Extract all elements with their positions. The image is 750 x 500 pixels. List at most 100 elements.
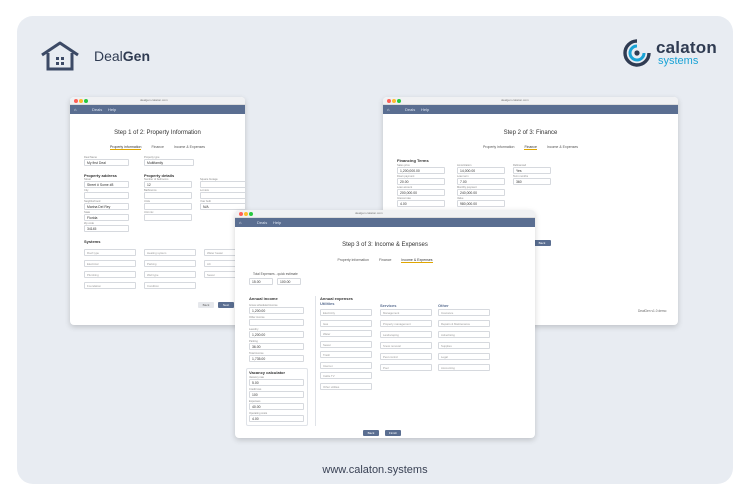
finance-5-value: 7.00	[460, 180, 467, 184]
tab-finance[interactable]: Finance	[379, 258, 391, 263]
system-3[interactable]: Electrical	[84, 260, 136, 267]
utility-0[interactable]: Electricity	[320, 309, 372, 316]
finance-3-field[interactable]: 4.00	[397, 200, 445, 207]
finance-5-field[interactable]: 7.00	[457, 178, 505, 185]
service-4[interactable]: Pest control	[380, 353, 432, 360]
minimize-dot-icon[interactable]	[79, 99, 83, 103]
menu-deals[interactable]: Deals	[405, 107, 415, 112]
service-2[interactable]: Landscaping	[380, 331, 432, 338]
utility-7[interactable]: Other utilities	[320, 382, 372, 390]
close-dot-icon[interactable]	[74, 99, 78, 103]
address-1-field[interactable]	[84, 192, 129, 199]
tab-property-information[interactable]: Property information	[109, 145, 142, 150]
tab-income-expenses[interactable]: Income & Expenses	[547, 145, 578, 150]
service-1[interactable]: Property management	[380, 320, 432, 327]
other-5[interactable]: Accounting	[438, 364, 490, 371]
finance-9-field[interactable]: 360	[513, 178, 551, 185]
menu-help[interactable]: Help	[421, 107, 429, 112]
close-dot-icon[interactable]	[239, 212, 243, 216]
maximize-dot-icon[interactable]	[249, 212, 253, 216]
back-button[interactable]: Back	[198, 302, 214, 308]
service-0[interactable]: Management	[380, 309, 432, 316]
footer-url[interactable]: www.calaton.systems	[0, 464, 750, 476]
menu-help[interactable]: Help	[273, 220, 281, 225]
house-icon	[41, 41, 79, 71]
utility-5[interactable]: Internet	[320, 361, 372, 369]
system-7[interactable]: Well type	[144, 271, 196, 278]
finance-7-field[interactable]: 980,000.00	[457, 200, 505, 207]
maximize-dot-icon[interactable]	[397, 99, 401, 103]
income-3-field[interactable]: 36.00	[249, 343, 304, 350]
address-bar[interactable]: dealgen.calaton.com	[501, 98, 529, 102]
total-pct-field[interactable]: 15.00	[249, 278, 273, 285]
system-4[interactable]: Parking	[144, 260, 196, 267]
income-4-field[interactable]: 1,735.00	[249, 355, 304, 362]
tab-finance[interactable]: Finance	[524, 145, 537, 150]
system-6[interactable]: Plumbing	[84, 271, 136, 278]
system-1[interactable]: Heating system	[144, 249, 196, 256]
utility-4[interactable]: Trash	[320, 351, 372, 358]
close-dot-icon[interactable]	[387, 99, 391, 103]
address-4-field[interactable]: 34145	[84, 225, 129, 232]
finish-button[interactable]: Finish	[385, 430, 401, 436]
back-button[interactable]: Back	[533, 240, 551, 246]
system-9[interactable]: Foundation	[84, 282, 136, 289]
utility-3[interactable]: Sewer	[320, 340, 372, 348]
tab-property-information[interactable]: Property information	[483, 145, 515, 150]
detail-6-field[interactable]: N/A	[200, 203, 245, 210]
system-10[interactable]: Condition	[144, 282, 196, 289]
finance-4-field[interactable]: 14,000.00	[457, 167, 505, 174]
deal-name-field[interactable]: My first Deal	[84, 159, 129, 166]
detail-2-field[interactable]	[144, 203, 192, 210]
finance-1-field[interactable]: 20.00	[397, 178, 445, 185]
income-1-field[interactable]	[249, 319, 304, 326]
system-0[interactable]: Roof type	[84, 249, 136, 256]
vacancy-0-field[interactable]: 5.00	[249, 379, 304, 386]
other-3[interactable]: Supplies	[438, 342, 490, 349]
detail-1-field[interactable]	[144, 192, 192, 199]
address-3-field[interactable]: Florida	[84, 214, 129, 221]
tab-income-expenses[interactable]: Income & Expenses	[401, 258, 433, 263]
utility-1[interactable]: Gas	[320, 319, 372, 327]
address-bar[interactable]: dealgen.calaton.com	[355, 211, 383, 215]
detail-4-field[interactable]	[200, 181, 245, 188]
address-2-field[interactable]: Marina Del Rey	[84, 203, 129, 210]
minimize-dot-icon[interactable]	[392, 99, 396, 103]
other-0[interactable]: Insurance	[438, 309, 490, 316]
finance-2-field[interactable]: 200,000.00	[397, 189, 445, 196]
menu-help[interactable]: Help	[108, 107, 116, 112]
total-amt-field[interactable]: 100.00	[277, 278, 301, 285]
utility-2[interactable]: Water	[320, 330, 372, 337]
tab-property-information[interactable]: Property information	[337, 258, 369, 263]
vacancy-3-field[interactable]: 4.00	[249, 415, 304, 422]
app-logo: ⌂	[74, 107, 77, 112]
address-bar[interactable]: dealgen.calaton.com	[140, 98, 168, 102]
detail-0-field[interactable]: 12	[144, 181, 192, 188]
detail-3-field[interactable]	[144, 214, 192, 221]
income-0-field[interactable]: 1,200.00	[249, 307, 304, 314]
income-3-value: 36.00	[252, 345, 261, 349]
utility-6[interactable]: Cable TV	[320, 372, 372, 379]
back-button[interactable]: Back	[363, 430, 379, 436]
property-type-field[interactable]: Multifamily	[144, 159, 194, 166]
tab-finance[interactable]: Finance	[151, 145, 163, 150]
menu-deals[interactable]: Deals	[257, 220, 267, 225]
service-5[interactable]: Pool	[380, 364, 432, 371]
tab-income-expenses[interactable]: Income & Expenses	[174, 145, 205, 150]
maximize-dot-icon[interactable]	[84, 99, 88, 103]
menu-deals[interactable]: Deals	[92, 107, 102, 112]
other-2[interactable]: Advertising	[438, 331, 490, 338]
minimize-dot-icon[interactable]	[244, 212, 248, 216]
address-0-field[interactable]: Street # Some #8	[84, 181, 129, 188]
next-button[interactable]: Next	[218, 302, 234, 308]
detail-5-field[interactable]	[200, 192, 245, 199]
finance-6-field[interactable]: 240,000.00	[457, 189, 505, 196]
vacancy-1-field[interactable]: 100	[249, 391, 304, 398]
other-4[interactable]: Legal	[438, 353, 490, 360]
service-3[interactable]: Snow removal	[380, 342, 432, 349]
finance-8-field[interactable]: Yes	[513, 167, 551, 174]
vacancy-2-field[interactable]: 40.00	[249, 403, 304, 410]
finance-0-field[interactable]: 1,200,000.00	[397, 167, 445, 174]
income-2-field[interactable]: 1,200.00	[249, 331, 304, 338]
other-1[interactable]: Repairs & Maintenance	[438, 320, 490, 327]
